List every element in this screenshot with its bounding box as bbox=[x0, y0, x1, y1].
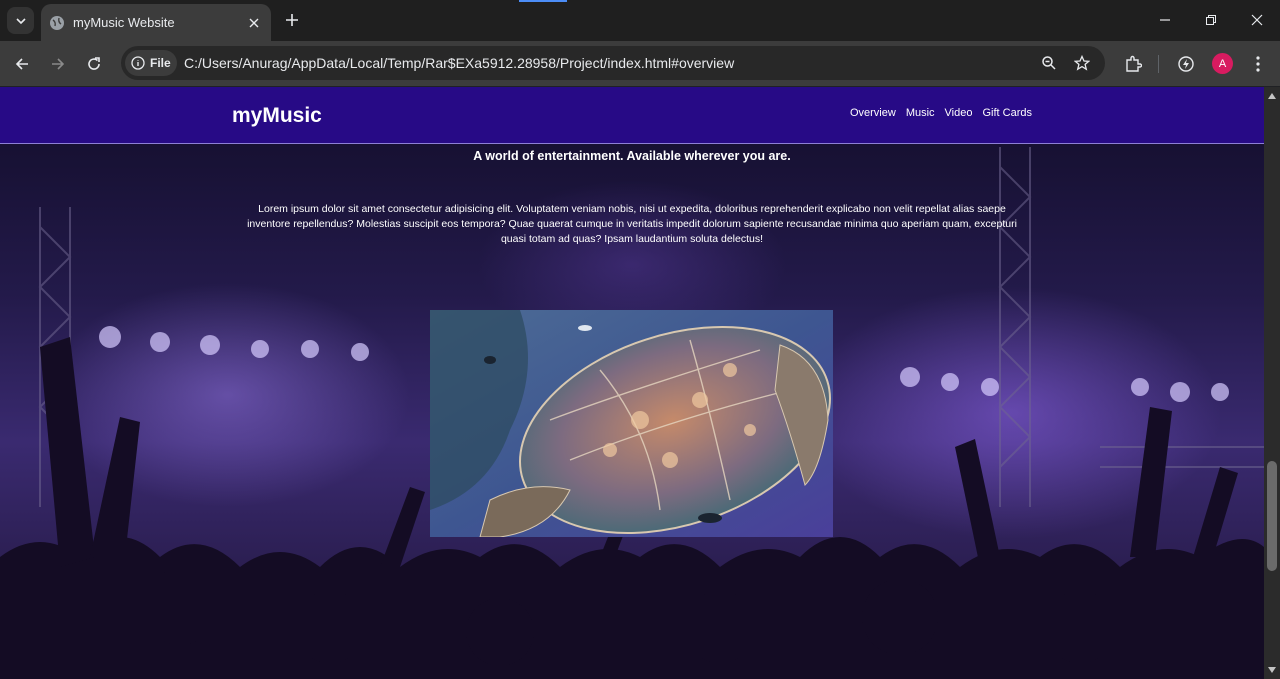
toolbar-divider bbox=[1158, 55, 1159, 73]
globe-icon bbox=[49, 15, 65, 31]
reload-icon bbox=[88, 57, 100, 70]
file-label: File bbox=[150, 56, 171, 70]
chevron-down-icon bbox=[15, 17, 26, 24]
restore-button[interactable] bbox=[1188, 0, 1234, 40]
scroll-up-icon[interactable] bbox=[1267, 91, 1277, 101]
new-tab-button[interactable] bbox=[282, 10, 302, 30]
scrollbar-thumb[interactable] bbox=[1267, 461, 1277, 571]
tab-search-button[interactable] bbox=[7, 7, 34, 34]
back-button[interactable] bbox=[9, 51, 35, 77]
tab-strip: myMusic Website bbox=[0, 0, 1280, 41]
restore-icon bbox=[1206, 15, 1216, 25]
site-info-chip[interactable]: File bbox=[125, 50, 177, 76]
profile-avatar[interactable]: A bbox=[1212, 53, 1233, 74]
forward-button[interactable] bbox=[45, 51, 71, 77]
scroll-down-icon[interactable] bbox=[1267, 665, 1277, 675]
info-icon bbox=[131, 56, 145, 70]
close-tab-icon[interactable] bbox=[245, 14, 263, 32]
close-window-button[interactable] bbox=[1234, 0, 1280, 40]
nav-link-overview[interactable]: Overview bbox=[850, 107, 896, 119]
browser-toolbar: File C:/Users/Anurag/AppData/Local/Temp/… bbox=[0, 41, 1280, 86]
body-paragraph: Lorem ipsum dolor sit amet consectetur a… bbox=[247, 203, 1017, 245]
address-bar[interactable]: File C:/Users/Anurag/AppData/Local/Temp/… bbox=[121, 46, 1105, 80]
bookmark-star-icon[interactable] bbox=[1073, 54, 1091, 72]
reload-button[interactable] bbox=[81, 51, 107, 77]
zoom-icon[interactable] bbox=[1040, 54, 1058, 72]
tab-title: myMusic Website bbox=[73, 15, 175, 30]
nav-link-video[interactable]: Video bbox=[945, 107, 973, 119]
performance-icon[interactable] bbox=[1175, 53, 1197, 75]
tab-accent bbox=[519, 0, 567, 2]
menu-icon[interactable] bbox=[1247, 53, 1269, 75]
plus-icon bbox=[286, 14, 298, 26]
extensions-icon[interactable] bbox=[1122, 53, 1144, 75]
nav-menu: Overview Music Video Gift Cards bbox=[850, 107, 1032, 119]
page-scrollbar[interactable] bbox=[1264, 87, 1280, 679]
forward-icon bbox=[52, 58, 65, 70]
site-navbar: myMusic Overview Music Video Gift Cards bbox=[0, 87, 1264, 144]
minimize-icon bbox=[1160, 19, 1170, 21]
minimize-button[interactable] bbox=[1142, 0, 1188, 40]
nav-link-gift-cards[interactable]: Gift Cards bbox=[982, 107, 1032, 119]
active-tab[interactable]: myMusic Website bbox=[41, 4, 271, 41]
back-icon bbox=[15, 58, 28, 70]
close-window-icon bbox=[1251, 14, 1263, 26]
url-text[interactable]: C:/Users/Anurag/AppData/Local/Temp/Rar$E… bbox=[184, 55, 734, 71]
site-logo[interactable]: myMusic bbox=[232, 104, 322, 128]
nav-link-music[interactable]: Music bbox=[906, 107, 935, 119]
sea-turtle-image bbox=[430, 310, 833, 537]
page-viewport: myMusic Overview Music Video Gift Cards … bbox=[0, 87, 1264, 679]
tagline: A world of entertainment. Available wher… bbox=[473, 149, 791, 163]
